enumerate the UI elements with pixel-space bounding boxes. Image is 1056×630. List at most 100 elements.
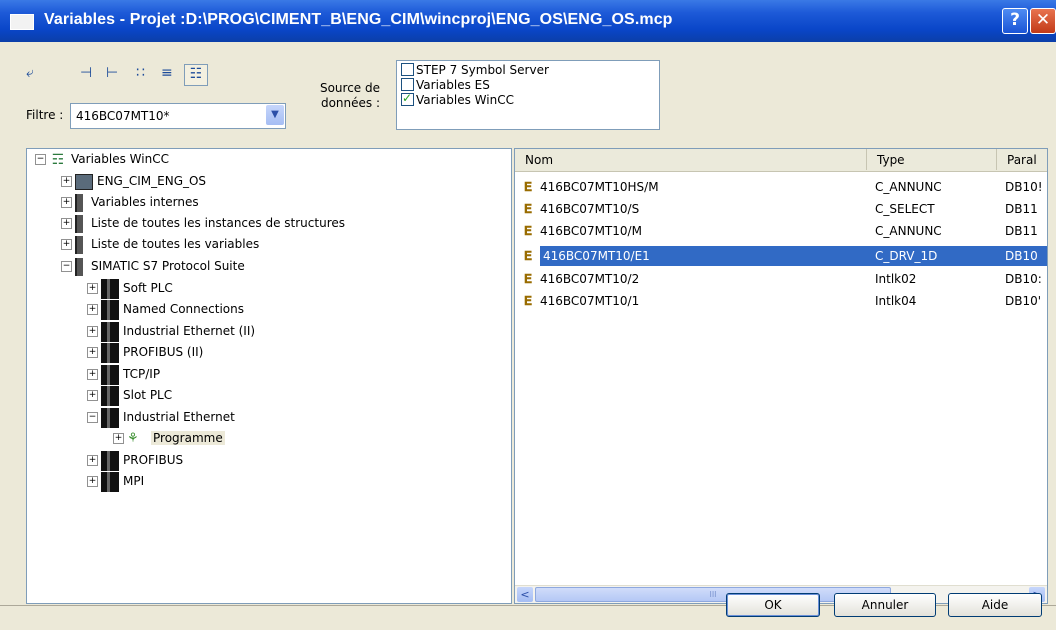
source-label: Source de données : xyxy=(300,81,380,111)
table-row-selected[interactable]: 𝐄 416BC07MT10/E1 C_DRV_1D DB10 xyxy=(515,246,1047,266)
connection-icon xyxy=(101,299,119,320)
tree-node-eng-cim[interactable]: + ENG_CIM_ENG_OS xyxy=(61,171,206,191)
tree-node-profibus-ii[interactable]: + PROFIBUS (II) xyxy=(87,342,203,363)
variable-icon: 𝐄 xyxy=(524,272,532,286)
up-folder-icon[interactable]: ⤶ xyxy=(26,64,34,84)
column-header-nom[interactable]: Nom xyxy=(515,149,867,170)
expand-icon[interactable]: + xyxy=(87,369,98,380)
connection-icon xyxy=(101,342,119,363)
tree-node-variables-wincc[interactable]: − ☶ Variables WinCC xyxy=(35,149,169,169)
filter-value[interactable]: 416BC07MT10* xyxy=(76,109,170,123)
filter-label: Filtre : xyxy=(26,108,64,122)
column-header-type[interactable]: Type xyxy=(867,149,997,170)
cell-type: Intlk04 xyxy=(875,294,917,308)
import-icon[interactable]: ⊣ xyxy=(80,64,92,84)
variable-icon: 𝐄 xyxy=(524,294,532,308)
tree-node-label: Soft PLC xyxy=(123,281,173,295)
help-button[interactable]: Aide xyxy=(948,593,1042,617)
cell-param: DB10' xyxy=(1005,294,1042,308)
table-row[interactable]: 𝐄 416BC07MT10/S C_SELECT DB11 xyxy=(515,199,1047,219)
cell-type: Intlk02 xyxy=(875,272,917,286)
export-icon[interactable]: ⊢ xyxy=(106,64,118,84)
collapse-icon[interactable]: − xyxy=(35,154,46,165)
tree-node-simatic[interactable]: − SIMATIC S7 Protocol Suite xyxy=(61,256,245,276)
tree-node-variables-internes[interactable]: + Variables internes xyxy=(61,192,199,212)
tree-node-profibus[interactable]: + PROFIBUS xyxy=(87,450,183,471)
window-title: Variables - Projet :D:\PROG\CIMENT_B\ENG… xyxy=(44,11,673,28)
checkbox[interactable] xyxy=(401,63,414,76)
tree-node-mpi[interactable]: + MPI xyxy=(87,471,144,492)
tree-node-programme[interactable]: + ⚘ Programme xyxy=(113,428,225,448)
expand-icon[interactable]: + xyxy=(87,455,98,466)
tree-node-label: Liste de toutes les variables xyxy=(91,237,260,251)
tree-node-industrial-ethernet[interactable]: − Industrial Ethernet xyxy=(87,407,235,428)
checkbox-checked[interactable] xyxy=(401,91,414,106)
folder-icon xyxy=(75,235,83,254)
tree-node-instances[interactable]: + Liste de toutes les instances de struct… xyxy=(61,213,345,233)
expand-icon[interactable]: + xyxy=(61,218,72,229)
tree-node-slot-plc[interactable]: + Slot PLC xyxy=(87,385,172,406)
tree-node-label: Variables WinCC xyxy=(71,152,169,166)
table-row[interactable]: 𝐄 416BC07MT10/2 Intlk02 DB10: xyxy=(515,269,1047,289)
collapse-icon[interactable]: − xyxy=(61,261,72,272)
ok-button[interactable]: OK xyxy=(726,593,820,617)
source-option-label: Variables WinCC xyxy=(416,93,514,107)
connection-icon xyxy=(101,471,119,492)
chevron-down-icon[interactable]: ▼ xyxy=(266,105,284,125)
cell-param: DB10: xyxy=(1005,272,1042,286)
tree-node-tcp-ip[interactable]: + TCP/IP xyxy=(87,364,161,385)
cancel-button[interactable]: Annuler xyxy=(834,593,936,617)
variable-icon: 𝐄 xyxy=(524,249,532,263)
expand-icon[interactable]: + xyxy=(61,176,72,187)
expand-icon[interactable]: + xyxy=(113,433,124,444)
expand-icon[interactable]: + xyxy=(87,304,98,315)
column-header-param[interactable]: Paral xyxy=(997,149,1047,170)
folder-icon xyxy=(75,214,83,233)
tree-panel[interactable]: − ☶ Variables WinCC + ENG_CIM_ENG_OS + Varia… xyxy=(26,148,512,604)
collapse-icon[interactable]: − xyxy=(87,412,98,423)
source-option-es[interactable]: Variables ES xyxy=(401,78,490,93)
tree-node-named-connections[interactable]: + Named Connections xyxy=(87,299,244,320)
tree-view-icon[interactable]: ∷ xyxy=(136,64,145,84)
database-icon: ☶ xyxy=(51,151,65,168)
source-option-wincc[interactable]: Variables WinCC xyxy=(401,91,514,108)
checkbox[interactable] xyxy=(401,78,414,91)
details-view-icon[interactable]: ☷ xyxy=(184,64,208,86)
expand-icon[interactable]: + xyxy=(87,283,98,294)
table-row[interactable]: 𝐄 416BC07MT10HS/M C_ANNUNC DB10! xyxy=(515,177,1047,197)
tree-node-all-variables[interactable]: + Liste de toutes les variables xyxy=(61,234,259,254)
tree-node-label: TCP/IP xyxy=(123,367,161,381)
cell-name: 416BC07MT10HS/M xyxy=(540,180,659,194)
expand-icon[interactable]: + xyxy=(87,476,98,487)
source-option-step7[interactable]: STEP 7 Symbol Server xyxy=(401,63,549,78)
close-button[interactable]: ✕ xyxy=(1030,8,1056,34)
cell-name: 416BC07MT10/M xyxy=(540,224,642,238)
expand-icon[interactable]: + xyxy=(87,390,98,401)
list-view-icon[interactable]: ≡ xyxy=(161,64,173,84)
tree-node-soft-plc[interactable]: + Soft PLC xyxy=(87,278,173,299)
connection-icon xyxy=(101,321,119,342)
cell-name: 416BC07MT10/S xyxy=(540,202,640,216)
table-row[interactable]: 𝐄 416BC07MT10/1 Intlk04 DB10' xyxy=(515,291,1047,311)
expand-icon[interactable]: + xyxy=(87,326,98,337)
cell-type: C_SELECT xyxy=(875,202,935,216)
tree-node-industrial-ethernet-ii[interactable]: + Industrial Ethernet (II) xyxy=(87,321,255,342)
driver-icon xyxy=(75,257,83,276)
connection-icon xyxy=(101,364,119,385)
tree-node-label: Named Connections xyxy=(123,302,244,316)
tree-node-label: Industrial Ethernet xyxy=(123,410,235,424)
folder-icon xyxy=(75,193,83,212)
cell-type: C_ANNUNC xyxy=(875,224,942,238)
help-title-button[interactable]: ? xyxy=(1002,8,1028,34)
expand-icon[interactable]: + xyxy=(61,239,72,250)
filter-combo[interactable]: 416BC07MT10* ▼ xyxy=(70,103,286,129)
connection-icon xyxy=(101,407,119,428)
expand-icon[interactable]: + xyxy=(61,197,72,208)
table-row[interactable]: 𝐄 416BC07MT10/M C_ANNUNC DB11 xyxy=(515,221,1047,241)
variables-list[interactable]: Nom Type Paral 𝐄 416BC07MT10HS/M C_ANNUN… xyxy=(514,148,1048,604)
scroll-left-button[interactable]: < xyxy=(517,587,533,602)
expand-icon[interactable]: + xyxy=(87,347,98,358)
source-list: STEP 7 Symbol Server Variables ES Variab… xyxy=(396,60,660,130)
cell-type: C_ANNUNC xyxy=(875,180,942,194)
connection-icon xyxy=(101,450,119,471)
